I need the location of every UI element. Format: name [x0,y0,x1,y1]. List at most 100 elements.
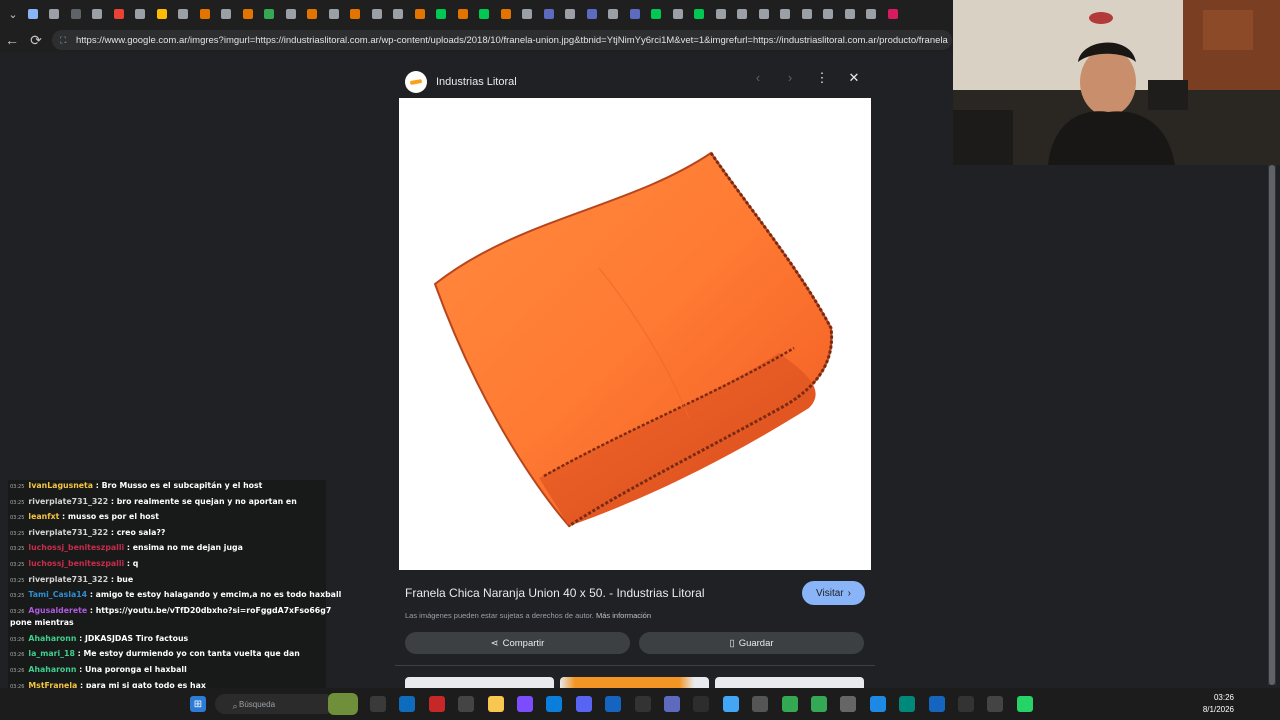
more-options-icon[interactable]: ⋮ [815,70,829,86]
browser-tab[interactable] [108,3,130,25]
tab-search-chevron-icon[interactable]: ⌄ [4,5,22,23]
store-icon[interactable] [458,696,475,712]
file-explorer-icon[interactable] [370,696,386,712]
previous-icon[interactable]: ‹ [751,70,765,86]
chat-username[interactable]: riverplate731_322 [28,497,108,506]
chat-username[interactable]: riverplate731_322 [28,575,108,584]
browser-tab[interactable] [173,3,195,25]
site-name[interactable]: Industrias Litoral [436,76,517,88]
browser-tab[interactable] [581,3,603,25]
browser-tab[interactable] [409,3,431,25]
chat-username[interactable]: Agusalderete [28,606,87,615]
chat-username[interactable]: Tami_Casla14 [28,590,87,599]
browser-tab[interactable] [474,3,496,25]
browser-tab[interactable] [130,3,152,25]
scrollbar[interactable] [1268,165,1276,685]
browser-tab[interactable] [44,3,66,25]
site-info-icon[interactable]: ⛶ [60,35,70,45]
browser-tab[interactable] [194,3,216,25]
back-icon[interactable]: ← [0,28,24,52]
browser-tab[interactable] [87,3,109,25]
folder-icon[interactable] [487,696,504,712]
app-icon[interactable] [664,696,680,712]
scrollbar-thumb[interactable] [1269,165,1275,685]
more-info-link[interactable]: Más información [596,611,651,620]
browser-tab[interactable] [818,3,840,25]
chrome-icon[interactable] [781,696,798,712]
reload-icon[interactable]: ⟳ [24,28,48,52]
browser-tab[interactable] [882,3,904,25]
browser-tab[interactable] [624,3,646,25]
related-image-thumb[interactable] [405,677,554,688]
browser-tab[interactable] [452,3,474,25]
chat-username[interactable]: Ahaharonn [28,634,76,643]
vscode-icon[interactable] [605,696,622,712]
browser-tab[interactable] [710,3,732,25]
chat-username[interactable]: luchossj_beniteszpalli [28,543,124,552]
media-player-icon[interactable] [987,696,1004,712]
browser-tab[interactable] [388,3,410,25]
visit-button[interactable]: Visitar › [802,581,865,605]
app-icon[interactable] [869,696,886,712]
site-logo[interactable] [405,71,427,93]
browser-tab[interactable] [861,3,883,25]
browser-tab[interactable] [302,3,324,25]
browser-tab[interactable] [560,3,582,25]
browser-tab[interactable] [151,3,173,25]
pen-icon[interactable] [517,696,533,712]
related-image-thumb[interactable] [560,677,709,688]
chrome-icon[interactable] [811,696,827,712]
chat-username[interactable]: leanfxt [28,512,59,521]
app-icon[interactable] [899,696,916,712]
copilot-icon[interactable] [399,696,416,712]
save-button[interactable]: ▯ Guardar [639,632,864,654]
browser-tab[interactable] [667,3,689,25]
chat-username[interactable]: IvanLagusneta [28,481,93,490]
chat-username[interactable]: riverplate731_322 [28,528,108,537]
browser-tab[interactable] [603,3,625,25]
chat-username[interactable]: Ahaharonn [28,665,76,674]
browser-tab[interactable] [280,3,302,25]
image-caption[interactable]: Franela Chica Naranja Union 40 x 50. - I… [405,586,704,600]
browser-tab[interactable] [689,3,711,25]
browser-tab[interactable] [259,3,281,25]
next-icon[interactable]: › [783,70,797,86]
browser-tab[interactable] [753,3,775,25]
app-icon[interactable] [752,696,769,712]
browser-tab[interactable] [237,3,259,25]
related-image-thumb[interactable] [715,677,864,688]
browser-tab[interactable] [775,3,797,25]
settings-icon[interactable] [840,696,857,712]
chat-username[interactable]: la_mari_18 [28,649,74,658]
browser-tab[interactable] [646,3,668,25]
edge-icon[interactable] [546,696,563,712]
browser-tab[interactable] [216,3,238,25]
whatsapp-icon[interactable] [1016,696,1033,712]
opera-icon[interactable] [428,696,445,712]
close-icon[interactable]: ✕ [847,70,861,86]
system-clock[interactable]: 03:26 8/1/2026 [1203,692,1234,716]
windows-start-icon[interactable]: ⊞ [190,696,206,712]
capcut-icon[interactable] [958,696,974,712]
browser-tab[interactable] [366,3,388,25]
browser-tab[interactable] [839,3,861,25]
browser-tab[interactable] [431,3,453,25]
browser-tab[interactable] [65,3,87,25]
weather-widget-icon[interactable] [328,693,358,715]
browser-tab[interactable] [345,3,367,25]
discord-icon[interactable] [575,696,592,712]
browser-tab[interactable] [495,3,517,25]
browser-tab[interactable] [538,3,560,25]
notepad-icon[interactable] [722,696,739,712]
browser-tab[interactable] [22,3,44,25]
terminal-icon[interactable] [693,696,710,712]
browser-tab[interactable] [323,3,345,25]
preview-image[interactable] [399,98,871,570]
browser-tab[interactable] [732,3,754,25]
url-field[interactable]: ⛶ https://www.google.com.ar/imgres?imgur… [52,30,952,50]
chat-username[interactable]: luchossj_beniteszpalli [28,559,124,568]
share-button[interactable]: ⋖ Compartir [405,632,630,654]
browser-tab[interactable] [796,3,818,25]
app-icon[interactable] [928,696,945,712]
obs-icon[interactable] [634,696,651,712]
